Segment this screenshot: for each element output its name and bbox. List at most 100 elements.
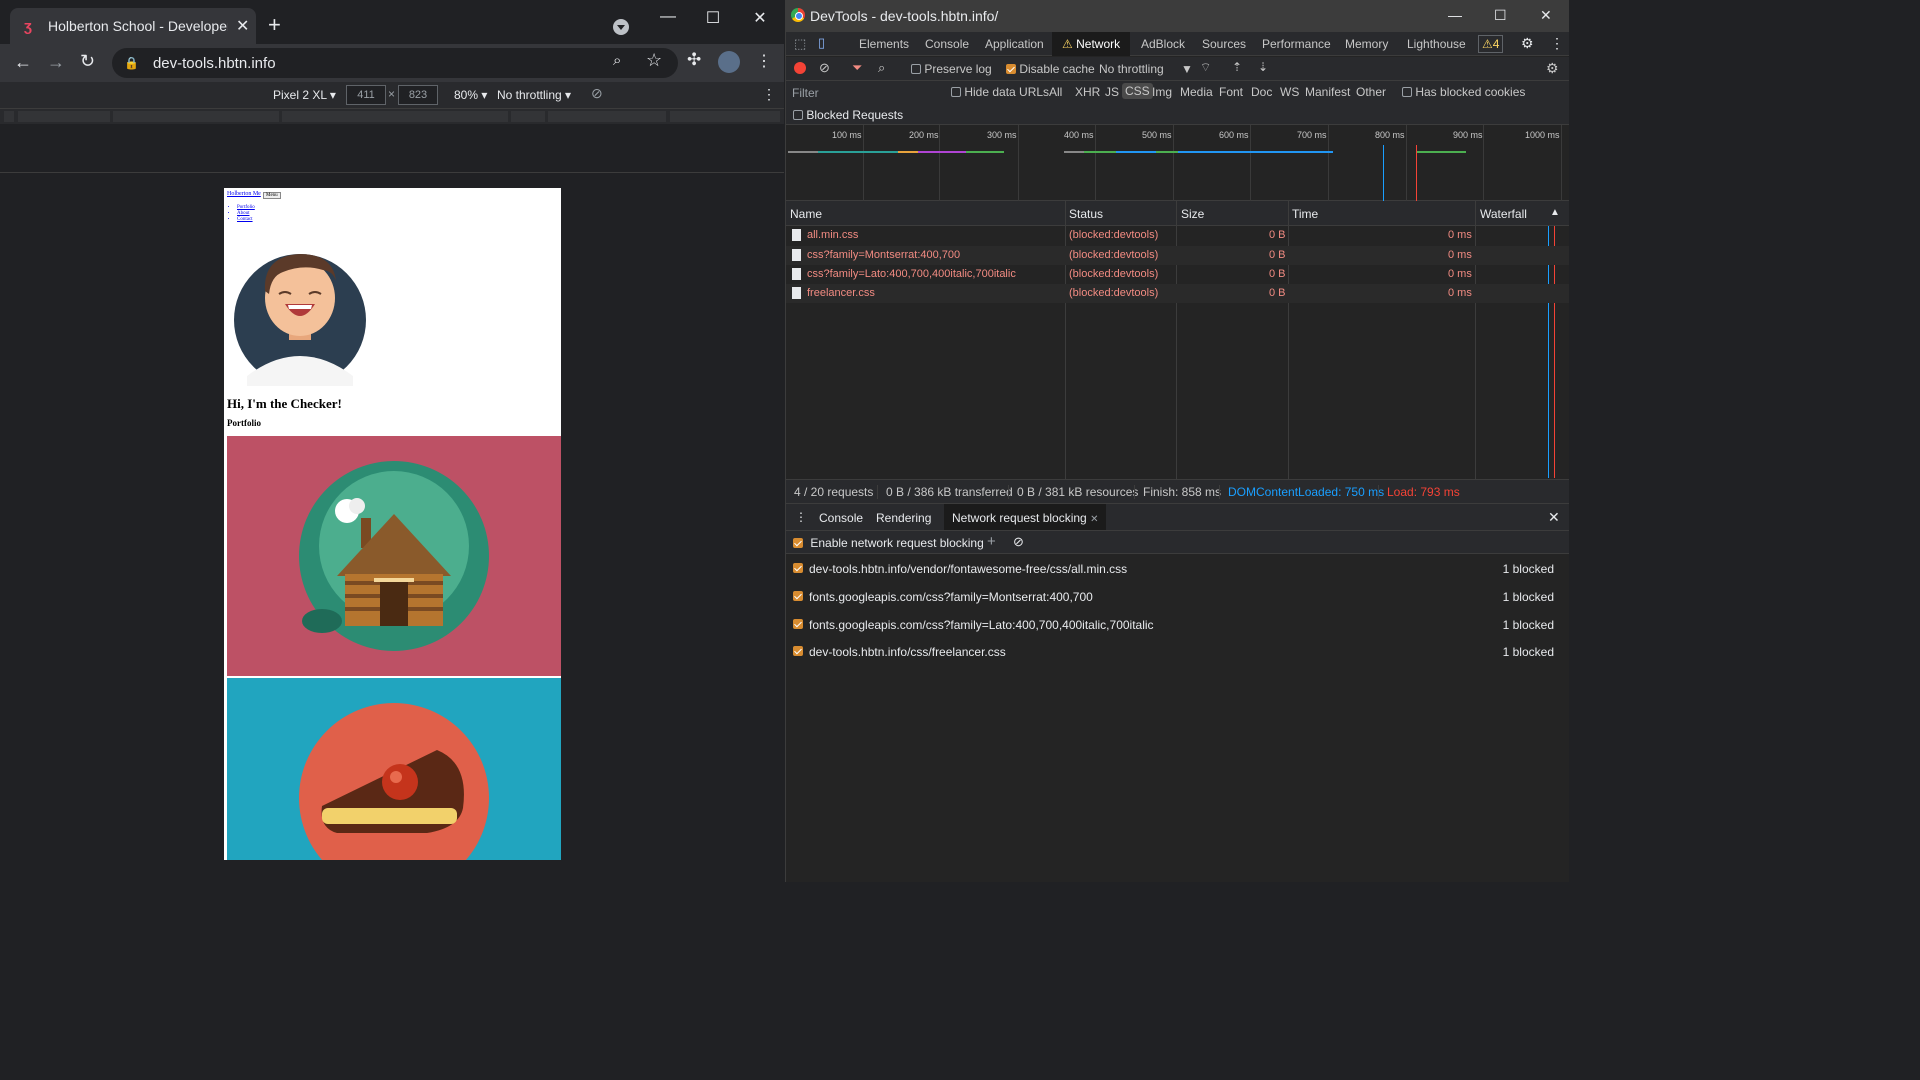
tab-sources[interactable]: Sources — [1202, 37, 1246, 51]
tab-application[interactable]: Application — [985, 37, 1044, 51]
tab-memory[interactable]: Memory — [1345, 37, 1388, 51]
new-tab-icon[interactable]: + — [268, 14, 281, 36]
col-status[interactable]: Status — [1069, 207, 1103, 221]
table-row[interactable]: css?family=Lato:400,700,400italic,700ita… — [786, 265, 1569, 284]
type-all[interactable]: All — [1049, 85, 1062, 99]
table-row[interactable]: freelancer.css (blocked:devtools) 0 B 0 … — [786, 284, 1569, 303]
media-query-ruler[interactable] — [0, 108, 784, 124]
clear-icon[interactable]: ⊘ — [819, 60, 830, 76]
remove-all-patterns-icon[interactable]: ⊘ — [1013, 534, 1024, 550]
drawer-tab-rendering[interactable]: Rendering — [876, 511, 931, 525]
close-tab-icon[interactable]: ✕ — [236, 16, 249, 36]
pattern-checkbox[interactable] — [793, 591, 803, 601]
network-settings-icon[interactable]: ⚙ — [1546, 60, 1559, 77]
zoom-icon[interactable]: ⌕ — [613, 52, 621, 69]
zoom-select[interactable]: 80% ▾ — [454, 88, 487, 102]
add-pattern-icon[interactable]: + — [987, 533, 996, 550]
blocked-requests-checkbox[interactable]: Blocked Requests — [793, 108, 903, 122]
dt-close-icon[interactable]: ✕ — [1540, 7, 1552, 24]
type-doc[interactable]: Doc — [1251, 85, 1272, 99]
type-css[interactable]: CSS — [1122, 83, 1153, 99]
portfolio-item-cabin[interactable] — [227, 436, 561, 676]
network-throttle-select[interactable]: No throttling ▼ — [1099, 62, 1193, 76]
disable-cache-checkbox[interactable]: Disable cache — [1006, 62, 1095, 76]
filter-input[interactable]: Filter — [792, 86, 819, 100]
table-row[interactable]: css?family=Montserrat:400,700 (blocked:d… — [786, 246, 1569, 265]
tab-search-icon[interactable] — [613, 19, 629, 35]
col-size[interactable]: Size — [1181, 207, 1204, 221]
type-img[interactable]: Img — [1152, 85, 1172, 99]
dt-maximize-icon[interactable]: ☐ — [1494, 7, 1507, 24]
brand-link[interactable]: Holberton Me — [227, 191, 261, 197]
portfolio-item-cake[interactable] — [227, 678, 561, 860]
type-media[interactable]: Media — [1180, 85, 1213, 99]
pattern-checkbox[interactable] — [793, 619, 803, 629]
height-input[interactable]: 823 — [398, 85, 438, 105]
rotate-icon[interactable]: ⊘ — [591, 85, 603, 102]
warnings-badge[interactable]: ⚠4 — [1478, 35, 1504, 53]
tab-performance[interactable]: Performance — [1262, 37, 1331, 51]
type-manifest[interactable]: Manifest — [1305, 85, 1350, 99]
filter-funnel-icon[interactable]: ⏷ — [852, 60, 862, 76]
minimize-icon[interactable]: — — [653, 8, 683, 26]
network-conditions-icon[interactable]: ⌔ — [1200, 60, 1211, 75]
browser-tab[interactable]: ʒ Holberton School - Developer to ✕ — [10, 8, 256, 44]
forward-icon[interactable]: → — [47, 52, 65, 73]
drawer-tab-console[interactable]: Console — [819, 511, 863, 525]
hide-data-urls-checkbox[interactable]: Hide data URLs — [951, 85, 1049, 99]
sort-ascending-icon[interactable]: ▲ — [1550, 207, 1560, 218]
device-select[interactable]: Pixel 2 XL ▾ — [273, 88, 336, 102]
type-xhr[interactable]: XHR — [1075, 85, 1100, 99]
pattern-checkbox[interactable] — [793, 563, 803, 573]
col-waterfall[interactable]: Waterfall — [1480, 207, 1527, 221]
drawer-tab-network-request-blocking[interactable]: Network request blocking ✕ — [944, 504, 1107, 530]
record-icon[interactable] — [794, 62, 806, 74]
list-item[interactable]: dev-tools.hbtn.info/css/freelancer.css 1… — [786, 638, 1569, 666]
extensions-puzzle-icon[interactable]: ✣ — [687, 50, 701, 70]
search-icon[interactable]: ⌕ — [878, 60, 885, 76]
maximize-icon[interactable]: ☐ — [698, 8, 728, 28]
col-name[interactable]: Name — [790, 207, 822, 221]
type-other[interactable]: Other — [1356, 85, 1386, 99]
device-toggle-icon[interactable]: ▯ — [818, 35, 825, 51]
tab-adblock[interactable]: AdBlock — [1141, 37, 1185, 51]
import-har-icon[interactable]: ⇡ — [1232, 60, 1242, 74]
tab-network[interactable]: ⚠ Network — [1052, 32, 1131, 56]
network-overview-timeline[interactable]: 100 ms 200 ms 300 ms 400 ms 500 ms 600 m… — [786, 125, 1569, 201]
address-bar[interactable]: 🔒 dev-tools.hbtn.info — [112, 48, 678, 78]
export-har-icon[interactable]: ⇣ — [1258, 60, 1268, 74]
nav-contact[interactable]: Contact — [237, 217, 255, 223]
back-icon[interactable]: ← — [14, 52, 32, 73]
throttle-select[interactable]: No throttling ▾ — [497, 88, 571, 102]
type-ws[interactable]: WS — [1280, 85, 1299, 99]
list-item[interactable]: fonts.googleapis.com/css?family=Montserr… — [786, 583, 1569, 611]
tab-lighthouse[interactable]: Lighthouse — [1407, 37, 1466, 51]
tab-console[interactable]: Console — [925, 37, 969, 51]
menu-button[interactable]: Menu — [263, 192, 281, 199]
devtools-menu-icon[interactable]: ⋮ — [1550, 35, 1564, 52]
chrome-menu-icon[interactable]: ⋮ — [756, 51, 772, 71]
device-more-icon[interactable]: ⋮ — [762, 86, 776, 103]
width-input[interactable]: 411 — [346, 85, 386, 105]
list-item[interactable]: fonts.googleapis.com/css?family=Lato:400… — [786, 611, 1569, 639]
dt-minimize-icon[interactable]: — — [1448, 7, 1462, 23]
drawer-menu-icon[interactable]: ⋮ — [795, 510, 807, 524]
pattern-checkbox[interactable] — [793, 646, 803, 656]
bookmark-star-icon[interactable]: ☆ — [646, 50, 662, 71]
enable-blocking-checkbox[interactable]: Enable network request blocking — [793, 536, 984, 550]
type-font[interactable]: Font — [1219, 85, 1243, 99]
type-js[interactable]: JS — [1105, 85, 1119, 99]
preserve-log-checkbox[interactable]: Preserve log — [911, 62, 992, 76]
has-blocked-cookies-checkbox[interactable]: Has blocked cookies — [1402, 85, 1525, 99]
list-item[interactable]: dev-tools.hbtn.info/vendor/fontawesome-f… — [786, 555, 1569, 583]
tab-elements[interactable]: Elements — [859, 37, 909, 51]
close-drawer-tab-icon[interactable]: ✕ — [1090, 514, 1098, 525]
avatar[interactable] — [718, 51, 740, 73]
table-row[interactable]: all.min.css (blocked:devtools) 0 B 0 ms — [786, 226, 1569, 245]
settings-gear-icon[interactable]: ⚙ — [1521, 35, 1534, 52]
inspect-element-icon[interactable]: ⬚ — [794, 36, 806, 52]
close-drawer-icon[interactable]: ✕ — [1548, 509, 1560, 526]
col-time[interactable]: Time — [1292, 207, 1318, 221]
reload-icon[interactable]: ↻ — [80, 51, 95, 72]
close-window-icon[interactable]: ✕ — [745, 8, 775, 28]
